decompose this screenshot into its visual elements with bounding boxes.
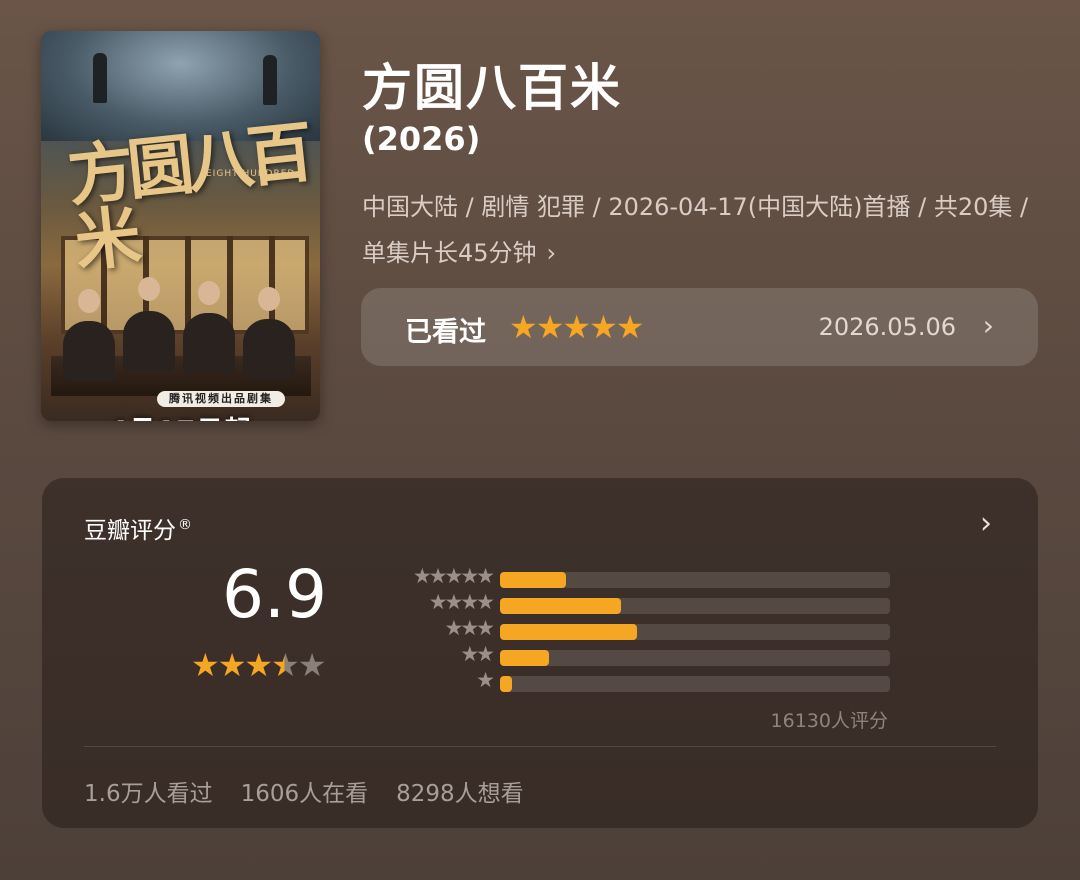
star-empty-icon: ★: [297, 646, 327, 684]
poster-date: 4月17日起: [41, 409, 320, 421]
poster-head-4: [258, 287, 280, 311]
poster-person-4: [243, 319, 295, 379]
rating-row-4-star: ★★★★: [388, 590, 898, 616]
show-meta[interactable]: 中国大陆 / 剧情 犯罪 / 2026-04-17(中国大陆)首播 / 共20集…: [362, 184, 1032, 276]
poster-figure-right: [263, 55, 277, 105]
rating-bar-fill: [500, 650, 549, 666]
rating-bar-track: [500, 598, 890, 614]
want-count[interactable]: 8298人想看: [396, 781, 524, 807]
rating-footer: 1.6万人看过 1606人在看 8298人想看: [84, 774, 552, 808]
poster-head-1: [78, 289, 100, 313]
show-title: 方圆八百米: [362, 59, 622, 117]
watched-date: 2026.05.06: [818, 313, 956, 341]
rating-row-1-star: ★: [388, 668, 898, 694]
rating-row-stars: ★★★★: [428, 590, 495, 614]
rating-stars: ★★★★★: [191, 646, 327, 684]
rating-bar-track: [500, 572, 890, 588]
star-icon: ★: [244, 646, 273, 684]
rating-bar-track: [500, 650, 890, 666]
rating-count: 16130人评分: [770, 710, 888, 732]
poster-person-3: [183, 313, 235, 373]
star-icon: ★: [191, 646, 220, 684]
rating-row-stars: ★★: [460, 642, 495, 666]
rating-row-stars: ★★★★★: [412, 564, 495, 588]
rating-header: 豆瓣评分 ®: [84, 511, 192, 545]
rating-row-5-star: ★★★★★: [388, 564, 898, 590]
rating-bar-fill: [500, 598, 621, 614]
rating-row-3-star: ★★★: [388, 616, 898, 642]
show-year: (2026): [362, 120, 481, 158]
rating-bar-fill: [500, 624, 637, 640]
watched-label: 已看过: [405, 317, 486, 348]
divider: [84, 746, 996, 747]
watched-status-bar[interactable]: 已看过 ★★★★★ 2026.05.06 ›: [361, 288, 1038, 366]
rating-bar-track: [500, 676, 890, 692]
poster-person-2: [123, 311, 175, 371]
chevron-right-icon[interactable]: ›: [980, 506, 992, 541]
watching-count[interactable]: 1606人在看: [241, 781, 369, 807]
poster-head-2: [138, 277, 160, 301]
poster-head-3: [198, 281, 220, 305]
registered-mark: ®: [178, 517, 192, 534]
rating-bar-track: [500, 624, 890, 640]
rating-score: 6.9: [222, 556, 327, 633]
rating-row-2-star: ★★: [388, 642, 898, 668]
douban-rating-card[interactable]: 豆瓣评分 ® › 6.9 ★★★★★ ★★★★★ ★★★★ ★★★ ★★ ★ 16130人…: [42, 478, 1038, 828]
star-half-icon: ★: [271, 646, 300, 684]
watched-count[interactable]: 1.6万人看过: [84, 781, 213, 807]
star-icon: ★: [217, 646, 247, 684]
rating-bar-fill: [500, 676, 512, 692]
poster-figure-left: [93, 53, 107, 103]
rating-row-stars: ★: [476, 668, 495, 692]
rating-header-text: 豆瓣评分: [84, 518, 176, 544]
poster-strip: 腾讯视频出品剧集: [157, 391, 285, 407]
chevron-right-icon: ›: [546, 239, 557, 267]
poster-person-1: [63, 321, 115, 381]
poster-calligraphy: 方圆八百米: [64, 112, 311, 282]
poster-subtitle: EIGHT HUNDRED: [206, 169, 296, 179]
chevron-right-icon: ›: [982, 309, 994, 342]
show-meta-text: 中国大陆 / 剧情 犯罪 / 2026-04-17(中国大陆)首播 / 共20集…: [362, 193, 1029, 267]
my-rating-stars: ★★★★★: [509, 308, 644, 346]
rating-bar-fill: [500, 572, 567, 588]
poster-image[interactable]: 方圆八百米 EIGHT HUNDRED 腾讯视频出品剧集 4月17日起: [41, 31, 320, 421]
rating-row-stars: ★★★: [444, 616, 496, 640]
